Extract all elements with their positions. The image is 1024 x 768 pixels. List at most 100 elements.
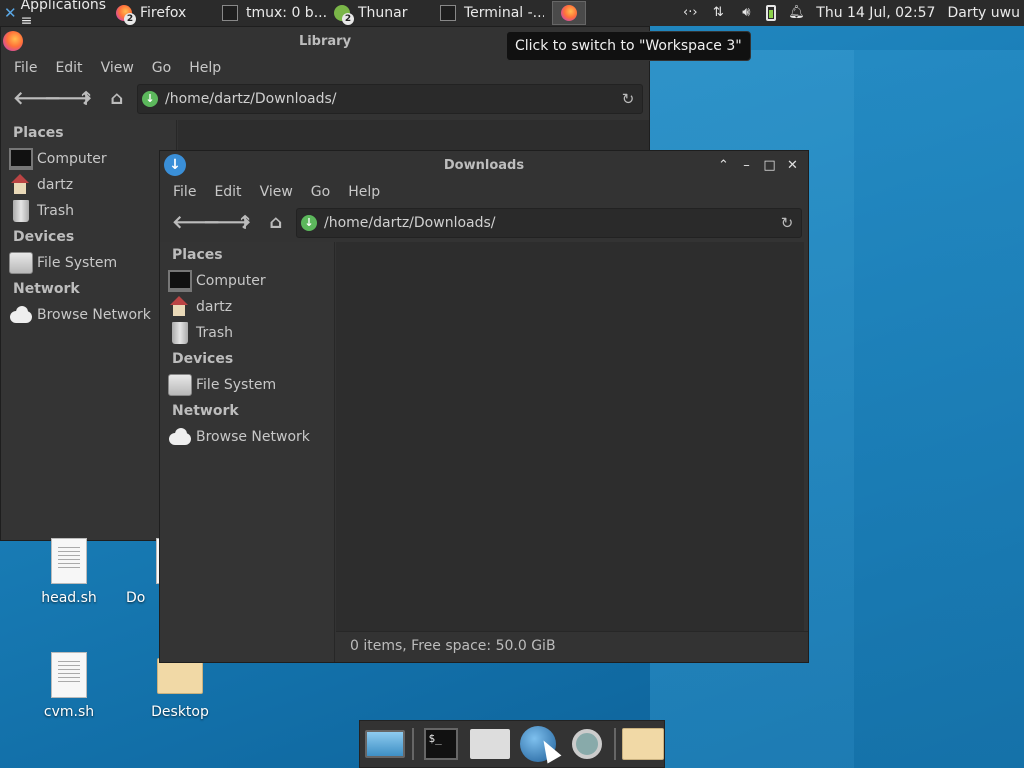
forward-arrow-icon[interactable]: 🡒 (203, 212, 251, 234)
sidebar-item-browse-network[interactable]: Browse Network (160, 424, 334, 450)
dock-file-manager[interactable] (469, 724, 511, 764)
applications-menu-button[interactable]: ✕ Applications ≡ (0, 0, 110, 29)
taskbar-item-label: Firefox (140, 5, 187, 21)
system-tray: ‹·› ⇅ 🔊︎ 🔔︎ Thu 14 Jul, 02:57 Darty uwu (682, 5, 1024, 21)
sidebar-item-computer[interactable]: Computer (1, 146, 176, 172)
window-title: Downloads (443, 157, 525, 173)
home-folder-icon (168, 296, 192, 318)
desktop-icon-label: head.sh (41, 590, 97, 606)
dock-show-desktop[interactable] (364, 724, 406, 764)
status-bar: 0 items, Free space: 50.0 GiB (336, 631, 808, 661)
back-arrow-icon[interactable]: 🡐 (13, 88, 61, 110)
sidebar-item-home[interactable]: dartz (160, 294, 334, 320)
firefox-icon: 2 (116, 5, 136, 25)
terminal-icon (440, 5, 456, 21)
magnifier-icon (571, 729, 602, 759)
location-path[interactable]: /home/dartz/Downloads/ (165, 91, 618, 107)
trash-icon (13, 200, 29, 222)
places-header: Places (13, 125, 64, 141)
up-arrow-icon[interactable]: 🡑 (75, 88, 97, 110)
taskbar-item-firefox[interactable]: 2 Firefox (110, 1, 214, 25)
menu-go[interactable]: Go (152, 60, 171, 76)
taskbar-item-label: Thunar (358, 5, 408, 21)
menu-edit[interactable]: Edit (214, 184, 241, 200)
sidebar-item-label: Browse Network (196, 429, 310, 445)
sidebar-item-label: Trash (196, 325, 233, 341)
desktop-icon-cvm-sh[interactable]: cvm.sh (24, 652, 114, 720)
network-header: Network (172, 403, 239, 419)
up-arrow-icon[interactable]: 🡑 (234, 212, 256, 234)
sidebar-item-browse-network[interactable]: Browse Network (1, 302, 176, 328)
dock-separator (613, 728, 616, 760)
home-icon[interactable]: ⌂ (106, 88, 128, 110)
devices-header: Devices (13, 229, 75, 245)
sidebar-item-label: File System (196, 377, 277, 393)
home-icon[interactable]: ⌂ (265, 212, 287, 234)
menu-view[interactable]: View (101, 60, 134, 76)
downloads-window: ↓ Downloads ⌃ – □ ✕ File Edit View Go He… (159, 150, 809, 663)
sidebar-item-filesystem[interactable]: File System (1, 250, 176, 276)
back-arrow-icon[interactable]: 🡐 (172, 212, 220, 234)
location-bar[interactable]: ↓ /home/dartz/Downloads/ ↻ (137, 84, 643, 114)
sidebar-item-trash[interactable]: Trash (160, 320, 334, 346)
applications-menu-label: Applications ≡ (20, 0, 107, 29)
notification-bell-icon[interactable]: 🔔︎ (788, 5, 805, 21)
workspace-switcher-button[interactable] (552, 1, 586, 25)
menu-help[interactable]: Help (348, 184, 380, 200)
close-button[interactable]: ✕ (783, 156, 802, 175)
sidebar-item-filesystem[interactable]: File System (160, 372, 334, 398)
script-file-icon (51, 652, 87, 698)
dock-folder[interactable] (621, 724, 664, 764)
sidebar-item-trash[interactable]: Trash (1, 198, 176, 224)
computer-icon (168, 270, 192, 292)
transfer-icon[interactable]: ⇅ (710, 5, 726, 21)
user-menu[interactable]: Darty uwu (947, 5, 1020, 21)
sidebar-item-label: Trash (37, 203, 74, 219)
network-header: Network (13, 281, 80, 297)
desktop-icon-label: Desktop (151, 704, 209, 720)
downloads-file-view[interactable] (336, 242, 804, 631)
library-toolbar: 🡐 🡒 🡑 ⌂ ↓ /home/dartz/Downloads/ ↻ (1, 81, 649, 117)
menu-view[interactable]: View (260, 184, 293, 200)
network-arrows-icon[interactable]: ‹·› (682, 5, 698, 21)
taskbar-item-thunar[interactable]: 2 Thunar (328, 1, 432, 25)
bottom-dock: $_ (359, 720, 665, 768)
clock[interactable]: Thu 14 Jul, 02:57 (816, 5, 935, 21)
sidebar-item-home[interactable]: dartz (1, 172, 176, 198)
menu-go[interactable]: Go (311, 184, 330, 200)
forward-arrow-icon[interactable]: 🡒 (44, 88, 92, 110)
trash-icon (172, 322, 188, 344)
shade-chevron-up-icon[interactable]: ⌃ (714, 156, 733, 175)
taskbar-item-label: Terminal -... (464, 5, 544, 21)
sidebar-item-label: dartz (196, 299, 233, 315)
sidebar-item-label: Browse Network (37, 307, 151, 323)
taskbar-item-label: tmux: 0 b... (246, 5, 326, 21)
taskbar-item-terminal[interactable]: Terminal -... (434, 1, 544, 25)
location-bar[interactable]: ↓ /home/dartz/Downloads/ ↻ (296, 208, 802, 238)
sidebar-item-label: File System (37, 255, 118, 271)
taskbar-item-tmux[interactable]: tmux: 0 b... (216, 1, 326, 25)
menu-edit[interactable]: Edit (55, 60, 82, 76)
dock-separator (412, 728, 415, 760)
menu-file[interactable]: File (14, 60, 37, 76)
sidebar-item-computer[interactable]: Computer (160, 268, 334, 294)
downloads-sidebar: Places Computer dartz Trash Devices File… (160, 242, 335, 662)
volume-icon[interactable]: 🔊︎ (738, 5, 754, 21)
downloads-titlebar[interactable]: ↓ Downloads ⌃ – □ ✕ (160, 151, 808, 179)
menu-file[interactable]: File (173, 184, 196, 200)
dock-app-finder[interactable] (565, 724, 607, 764)
download-folder-icon: ↓ (142, 91, 158, 107)
battery-icon[interactable] (766, 5, 777, 21)
maximize-button[interactable]: □ (760, 156, 779, 175)
firefox-icon (3, 31, 23, 51)
reload-icon[interactable]: ↻ (777, 214, 797, 232)
reload-icon[interactable]: ↻ (618, 90, 638, 108)
desktop-icon-head-sh[interactable]: head.sh (24, 538, 114, 606)
workspace-tooltip: Click to switch to "Workspace 3" (506, 31, 751, 61)
sidebar-item-label: Computer (37, 151, 107, 167)
minimize-button[interactable]: – (737, 156, 756, 175)
location-path[interactable]: /home/dartz/Downloads/ (324, 215, 777, 231)
wallpaper-highlight-2 (854, 50, 1024, 768)
menu-help[interactable]: Help (189, 60, 221, 76)
dock-terminal[interactable]: $_ (420, 724, 462, 764)
